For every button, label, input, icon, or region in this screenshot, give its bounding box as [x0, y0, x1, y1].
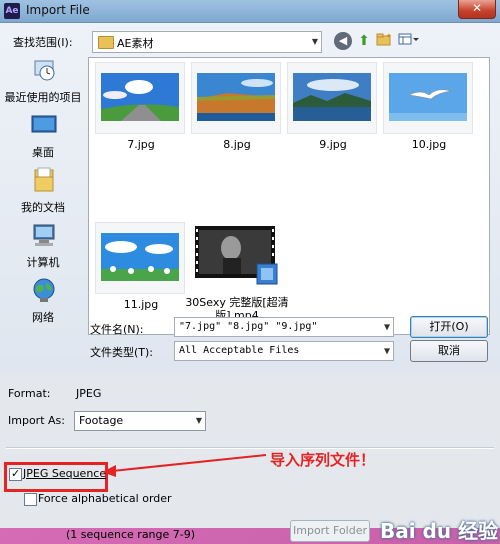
- lookin-label: 查找范围(I):: [13, 36, 73, 49]
- view-menu-icon: [398, 33, 419, 45]
- file-item[interactable]: 10.jpg: [379, 58, 473, 158]
- thumbnail-frame: [95, 62, 185, 134]
- video-thumbnail: [195, 226, 278, 285]
- file-item[interactable]: 11.jpg: [91, 218, 185, 318]
- lookin-dropdown[interactable]: AE素材 ▼: [92, 31, 322, 53]
- lookin-value: AE素材: [117, 37, 154, 50]
- file-item[interactable]: 7.jpg: [91, 58, 185, 158]
- file-name: 10.jpg: [411, 138, 447, 151]
- flowers-thumbnail: [101, 233, 179, 281]
- file-name: 8.jpg: [223, 138, 251, 151]
- annotation-text: 导入序列文件！: [270, 451, 376, 469]
- places-bar: 最近使用的项目 桌面 我的文档 计算机 网络: [4, 57, 82, 324]
- filetype-value: All Acceptable Files: [179, 345, 300, 356]
- cancel-button[interactable]: 取消: [410, 340, 488, 362]
- recent-icon: [34, 60, 55, 81]
- import-file-dialog: Ae Import File ✕ 查找范围(I): AE素材 ▼ ◀ ⬆ ✦ 最…: [0, 0, 500, 543]
- place-label: 我的文档: [21, 201, 65, 214]
- file-browser-pane: 查找范围(I): AE素材 ▼ ◀ ⬆ ✦ 最近使用的项目 桌面 我的文档 计算…: [0, 23, 500, 375]
- file-item[interactable]: 30Sexy 完整版[超清版].mp4: [185, 218, 289, 322]
- window-title: Import File: [26, 3, 90, 17]
- lake-thumbnail: [293, 73, 371, 121]
- import-as-label: Import As:: [8, 414, 65, 427]
- up-folder-button[interactable]: ⬆: [355, 32, 373, 50]
- filename-label: 文件名(N):: [90, 323, 144, 336]
- filetype-select[interactable]: All Acceptable Files ▼: [174, 341, 394, 361]
- file-name: 7.jpg: [127, 138, 155, 151]
- file-name: 9.jpg: [319, 138, 347, 151]
- close-button[interactable]: ✕: [458, 0, 496, 19]
- folder-icon: [98, 36, 114, 49]
- place-label: 最近使用的项目: [4, 91, 82, 104]
- filetype-label: 文件类型(T):: [90, 346, 154, 359]
- back-button[interactable]: ◀: [334, 32, 352, 50]
- place-desktop[interactable]: 桌面: [4, 112, 82, 166]
- chevron-down-icon[interactable]: ▼: [384, 346, 390, 357]
- watermark: Bai du 经验: [380, 519, 499, 543]
- place-label: 桌面: [32, 146, 54, 159]
- new-folder-button[interactable]: ✦: [375, 32, 393, 50]
- coast-thumbnail: [197, 73, 275, 121]
- network-icon: [33, 278, 55, 302]
- place-network[interactable]: 网络: [4, 277, 82, 331]
- new-folder-icon: ✦: [376, 32, 392, 46]
- file-item[interactable]: 8.jpg: [187, 58, 281, 158]
- filename-value: "7.jpg" "8.jpg" "9.jpg": [179, 321, 318, 332]
- thumbnail-frame: [191, 62, 281, 134]
- documents-icon: [34, 167, 54, 192]
- computer-icon: [33, 224, 55, 246]
- jpeg-sequence-checkbox[interactable]: ✓: [9, 467, 22, 481]
- back-arrow-icon: ◀: [338, 34, 348, 47]
- svg-text:✦: ✦: [386, 32, 392, 40]
- chevron-down-icon: ▼: [311, 37, 318, 46]
- chevron-down-icon: ▼: [195, 416, 202, 425]
- place-documents[interactable]: 我的文档: [4, 167, 82, 221]
- thumbnail-frame: [95, 222, 185, 294]
- dialog-body: 查找范围(I): AE素材 ▼ ◀ ⬆ ✦ 最近使用的项目 桌面 我的文档 计算…: [0, 23, 500, 543]
- place-computer[interactable]: 计算机: [4, 222, 82, 276]
- place-recent[interactable]: 最近使用的项目: [4, 57, 82, 111]
- place-label: 网络: [32, 311, 54, 324]
- filename-input[interactable]: "7.jpg" "8.jpg" "9.jpg" ▼: [174, 317, 394, 337]
- file-list: 7.jpg 8.jpg 9.jpg 10.jpg 11.jpg 30Sexy 完…: [88, 57, 490, 335]
- thumbnail-frame: [287, 62, 377, 134]
- seagull-thumbnail: [389, 73, 467, 121]
- import-options: Format: JPEG Import As: Footage ▼ ✓ JPEG…: [0, 375, 500, 543]
- place-label: 计算机: [26, 256, 60, 269]
- import-as-value: Footage: [79, 414, 124, 427]
- thumbnail-frame: [191, 222, 279, 292]
- sequence-info: (1 sequence range 7-9): [66, 528, 196, 541]
- import-folder-button[interactable]: Import Folder: [290, 520, 370, 542]
- open-button[interactable]: 打开(O): [410, 316, 488, 338]
- after-effects-icon: Ae: [4, 3, 20, 19]
- title-bar: Ae Import File ✕: [0, 0, 500, 23]
- view-menu-button[interactable]: [397, 32, 421, 50]
- force-alphabetical-checkbox[interactable]: [24, 493, 37, 506]
- up-folder-icon: ⬆: [358, 33, 370, 49]
- annotation-arrow-icon: [102, 454, 267, 477]
- file-item[interactable]: 9.jpg: [283, 58, 377, 158]
- force-alphabetical-label[interactable]: Force alphabetical order: [38, 492, 172, 505]
- import-as-select[interactable]: Footage ▼: [74, 411, 206, 431]
- desktop-icon: [31, 115, 57, 133]
- chevron-down-icon[interactable]: ▼: [384, 322, 390, 333]
- checkmark-icon: ✓: [11, 467, 21, 480]
- jpeg-sequence-label[interactable]: JPEG Sequence: [23, 467, 106, 480]
- sky-road-thumbnail: [101, 73, 179, 121]
- thumbnail-frame: [383, 62, 473, 134]
- file-name: 11.jpg: [123, 298, 159, 311]
- format-value: JPEG: [76, 387, 102, 400]
- format-label: Format:: [8, 387, 51, 400]
